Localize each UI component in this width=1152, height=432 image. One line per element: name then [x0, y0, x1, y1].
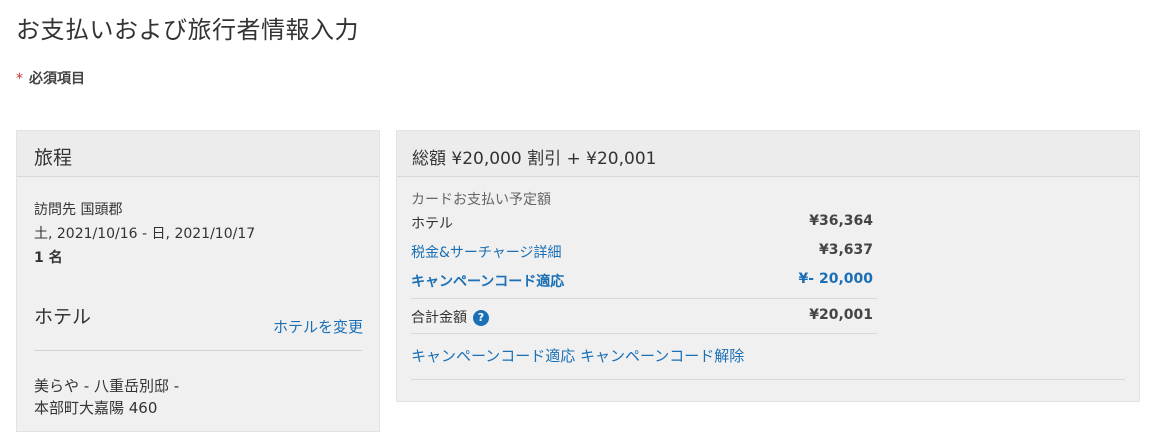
tax-details-link[interactable]: 税金&サーチャージ詳細: [411, 242, 562, 262]
help-icon[interactable]: ?: [473, 310, 489, 326]
price-row-value: ¥- 20,000: [798, 271, 873, 287]
summary-divider: [411, 333, 877, 334]
required-fields-note: * 必須項目: [16, 68, 85, 88]
price-summary-panel: 総額 ¥20,000 割引 + ¥20,001 カードお支払い予定額 ホテル ¥…: [396, 130, 1140, 402]
campaign-code-apply-link[interactable]: キャンペーンコード適応: [411, 347, 575, 365]
hotel-name: 美らや - 八重岳別邸 - 本部町大嘉陽 460: [34, 375, 179, 419]
itinerary-panel: 旅程 訪問先 国頭郡 土, 2021/10/16 - 日, 2021/10/17…: [16, 130, 380, 432]
price-row-value: ¥3,637: [818, 242, 873, 258]
price-summary-header: 総額 ¥20,000 割引 + ¥20,001: [397, 131, 1139, 177]
required-asterisk: *: [16, 71, 23, 87]
campaign-code-links: キャンペーンコード適応 キャンペーンコード解除: [411, 345, 744, 366]
hotel-name-line: 美らや - 八重岳別邸 -: [34, 377, 180, 395]
trip-destination: 訪問先 国頭郡: [34, 202, 123, 218]
itinerary-panel-header: 旅程: [17, 131, 379, 177]
hotel-address-line: 本部町大嘉陽 460: [34, 399, 158, 417]
total-price-title: 総額 ¥20,000 割引 + ¥20,001: [412, 149, 657, 169]
trip-guest-count: 1 名: [34, 250, 63, 266]
summary-divider: [411, 379, 1125, 380]
page-title: お支払いおよび旅行者情報入力: [16, 16, 359, 44]
hotel-section-heading: ホテル: [34, 306, 92, 328]
change-hotel-link[interactable]: ホテルを変更: [273, 316, 363, 337]
hotel-divider: [34, 350, 362, 351]
price-row-value: ¥36,364: [809, 213, 873, 229]
total-label-group: 合計金額?: [411, 307, 489, 327]
card-payment-header: カードお支払い予定額: [411, 192, 551, 208]
total-value: ¥20,001: [809, 307, 873, 323]
itinerary-title: 旅程: [34, 147, 73, 169]
campaign-code-remove-link[interactable]: キャンペーンコード解除: [580, 347, 744, 365]
summary-divider: [411, 298, 877, 299]
required-label: 必須項目: [29, 71, 85, 87]
trip-dates: 土, 2021/10/16 - 日, 2021/10/17: [34, 226, 256, 242]
price-row-label: キャンペーンコード適応: [411, 274, 565, 290]
price-row-label: ホテル: [411, 216, 453, 232]
total-label: 合計金額: [411, 310, 467, 326]
